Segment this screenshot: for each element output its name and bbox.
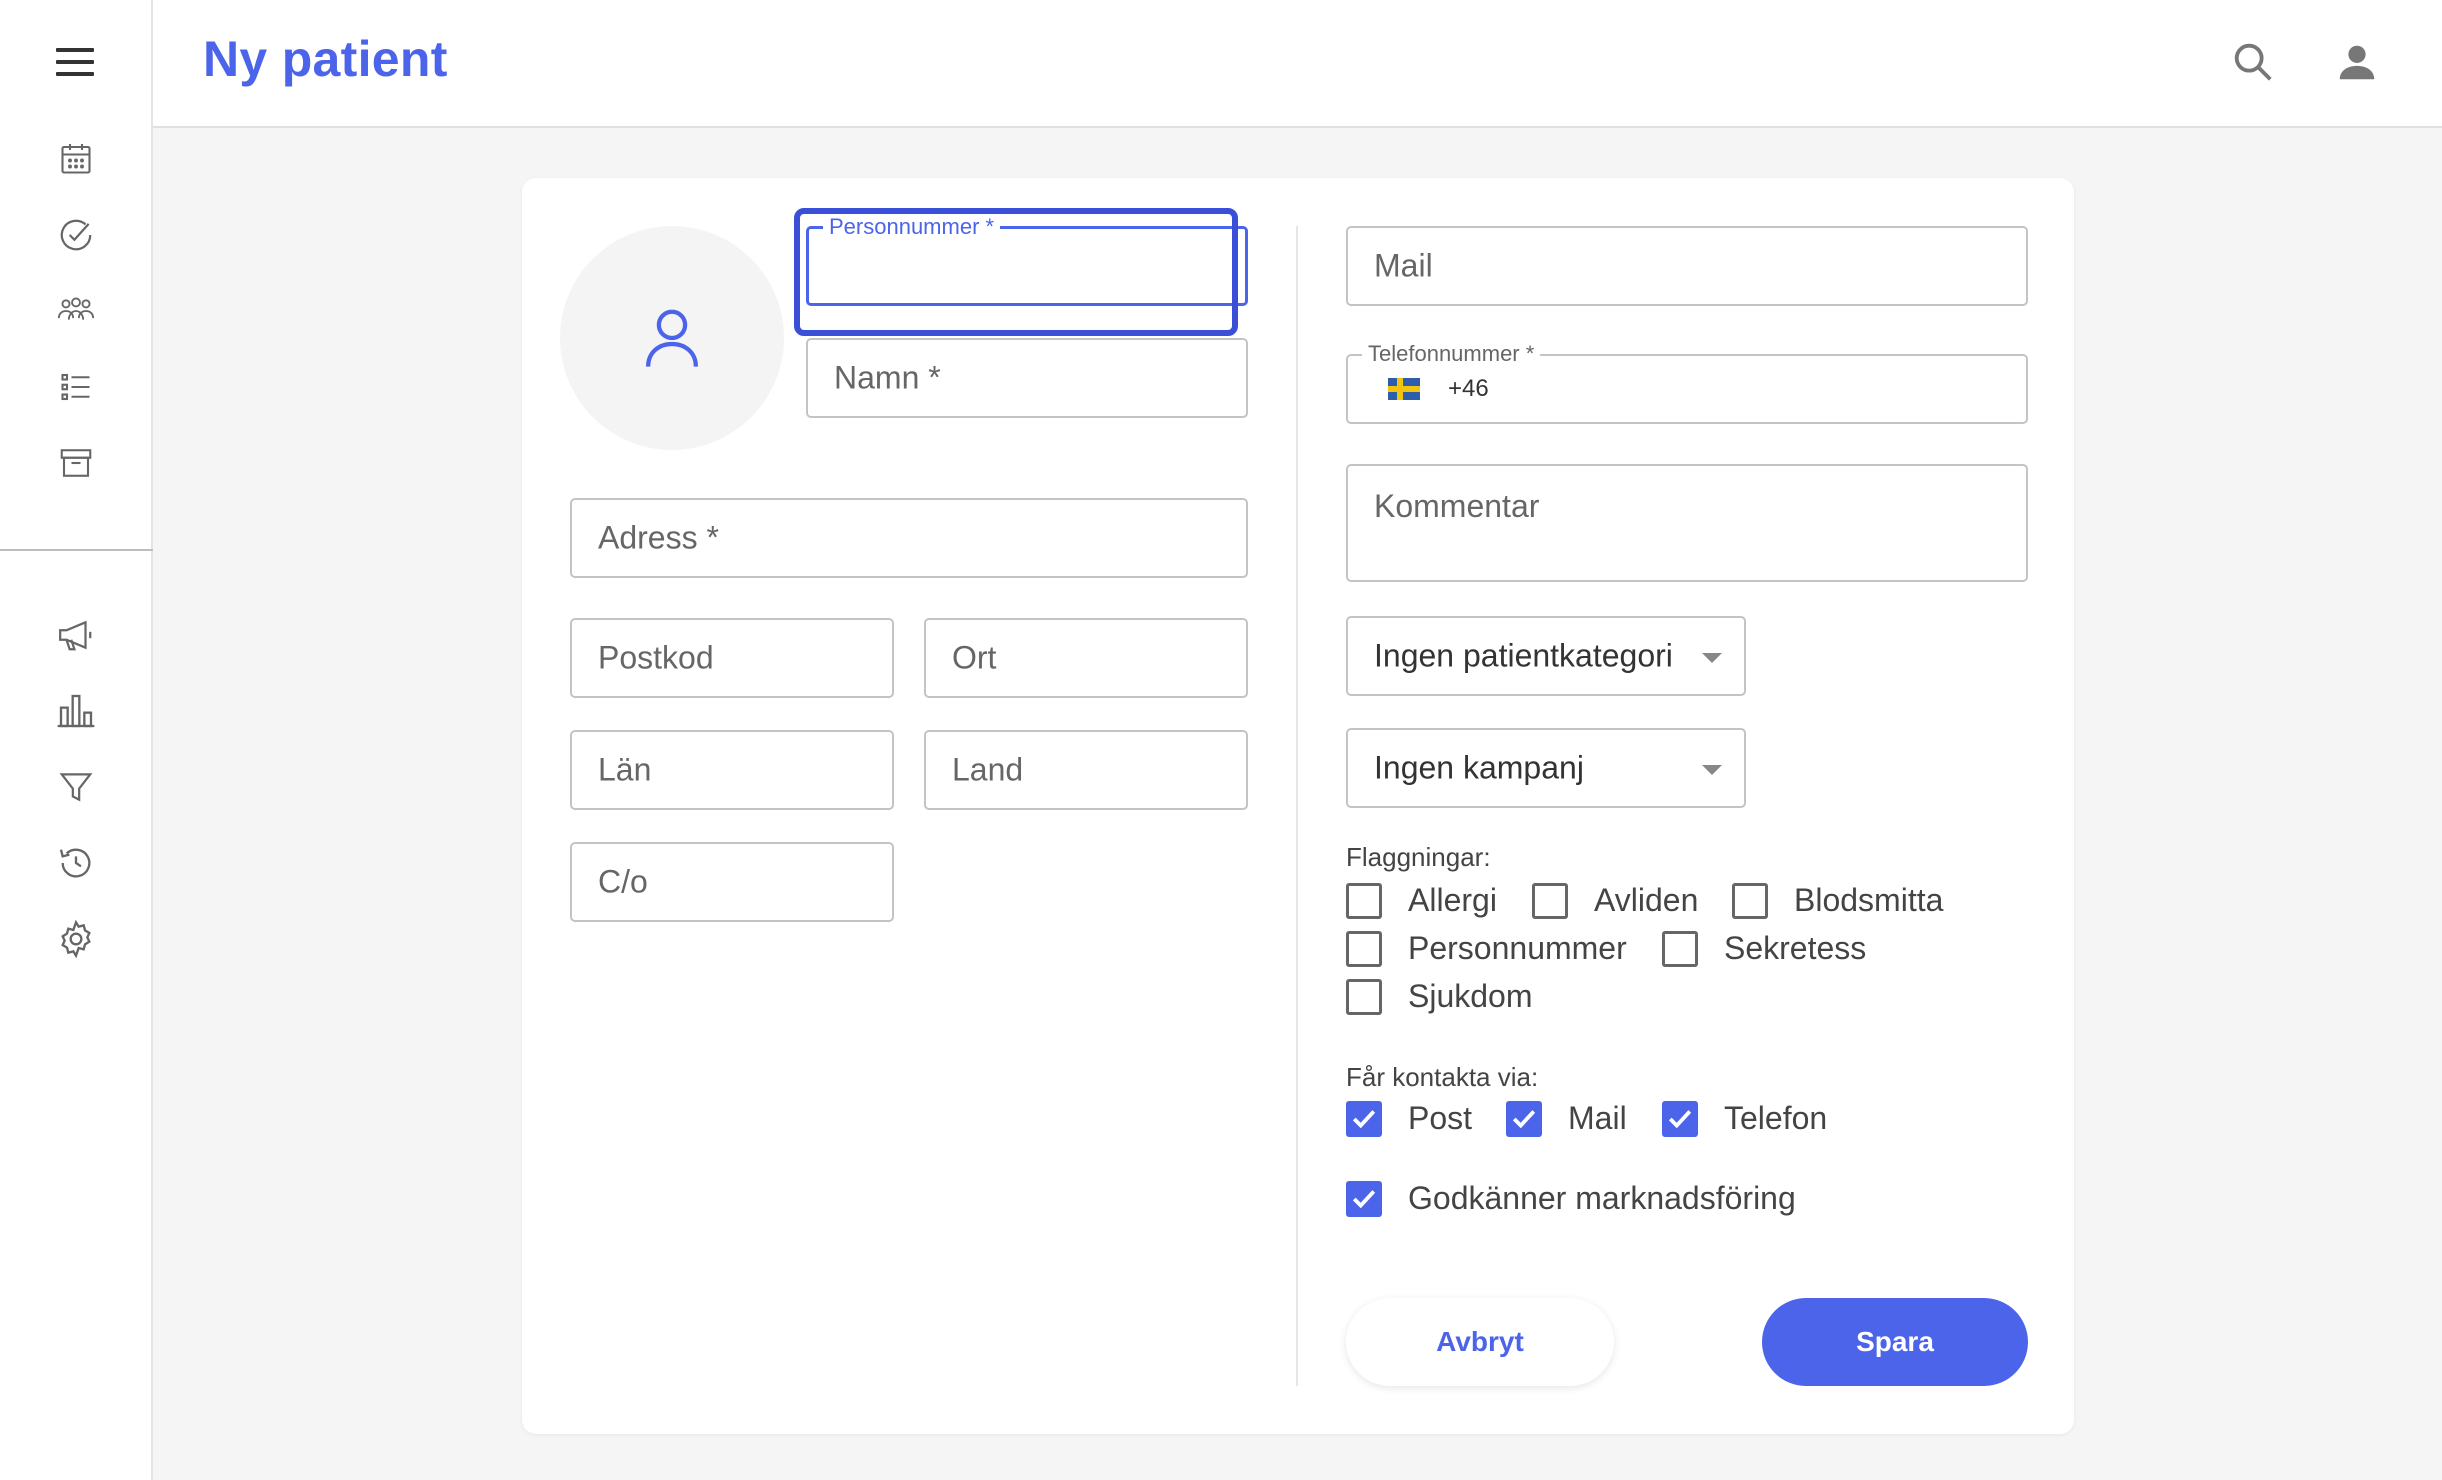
namn-field[interactable]: Namn * (806, 338, 1248, 418)
checkbox-box (1346, 1180, 1382, 1217)
checkbox-blodsmitta[interactable]: Blodsmitta (1732, 882, 1943, 919)
checkbox-label: Mail (1568, 1100, 1627, 1136)
postkod-field[interactable]: Postkod (570, 618, 894, 698)
checkbox-label: Personnummer (1408, 930, 1627, 966)
patient-form-card: Personnummer * Namn * Adress * Postkod O… (522, 178, 2074, 1434)
adress-placeholder: Adress * (598, 519, 719, 556)
chevron-down-icon (1702, 765, 1722, 775)
patientkategori-select[interactable]: Ingen patientkategori (1346, 616, 1746, 696)
adress-field[interactable]: Adress * (570, 498, 1248, 578)
checkbox-label: Blodsmitta (1794, 882, 1944, 918)
ort-placeholder: Ort (952, 639, 997, 676)
avatar[interactable] (560, 226, 784, 450)
postkod-placeholder: Postkod (598, 639, 714, 676)
namn-placeholder: Namn * (834, 359, 941, 396)
top-bar: Ny patient (153, 0, 2442, 128)
checkbox-box (1346, 930, 1382, 967)
kommentar-field[interactable]: Kommentar (1346, 464, 2028, 582)
checkbox-label: Allergi (1408, 882, 1497, 918)
check-icon (1512, 1109, 1536, 1128)
checkbox-box (1732, 882, 1768, 919)
checkbox-label: Post (1408, 1100, 1473, 1136)
checkbox-label: Telefon (1724, 1100, 1828, 1136)
telefon-field[interactable]: Telefonnummer * +46 (1346, 341, 2028, 424)
checkbox-box (1662, 1100, 1698, 1137)
telefon-label: Telefonnummer * (1362, 341, 1541, 367)
co-placeholder: C/o (598, 863, 648, 900)
settings-icon[interactable] (55, 918, 97, 960)
country-selector[interactable]: +46 (1388, 375, 1489, 403)
check-icon (1352, 1109, 1376, 1128)
phone-prefix: +46 (1448, 375, 1489, 402)
sidebar (0, 0, 153, 1480)
checkbox-box (1662, 930, 1698, 967)
checkbox-box (1346, 882, 1382, 919)
history-icon[interactable] (55, 842, 97, 884)
sidebar-divider (0, 549, 153, 551)
land-field[interactable]: Land (924, 730, 1248, 810)
checkbox-allergi[interactable]: Allergi (1346, 882, 1497, 919)
search-icon[interactable] (2227, 36, 2279, 88)
checkbox-box (1346, 978, 1382, 1015)
kampanj-select[interactable]: Ingen kampanj (1346, 728, 1746, 808)
flaggningar-label: Flaggningar: (1346, 842, 1491, 872)
checkbox-label: Godkänner marknadsföring (1408, 1180, 1796, 1216)
check-circle-icon[interactable] (55, 214, 97, 256)
co-field[interactable]: C/o (570, 842, 894, 922)
checkbox-mail[interactable]: Mail (1506, 1100, 1627, 1137)
lan-placeholder: Län (598, 751, 652, 788)
page-title: Ny patient (203, 31, 448, 87)
check-icon (1352, 1189, 1376, 1208)
check-icon (1668, 1109, 1692, 1128)
patientkategori-value: Ingen patientkategori (1374, 637, 1673, 674)
ort-field[interactable]: Ort (924, 618, 1248, 698)
kampanj-value: Ingen kampanj (1374, 749, 1584, 786)
checkbox-sjukdom[interactable]: Sjukdom (1346, 978, 1533, 1015)
list-icon[interactable] (55, 366, 97, 408)
checkbox-marknadsforing[interactable]: Godkänner marknadsföring (1346, 1180, 1796, 1217)
personnummer-field[interactable]: Personnummer * (806, 214, 1248, 306)
land-placeholder: Land (952, 751, 1024, 788)
cancel-button[interactable]: Avbryt (1346, 1298, 1614, 1386)
account-icon[interactable] (2331, 36, 2383, 88)
checkbox-box (1346, 1100, 1382, 1137)
checkbox-label: Avliden (1594, 882, 1699, 918)
menu-icon[interactable] (56, 48, 94, 76)
checkbox-label: Sjukdom (1408, 978, 1533, 1014)
checkbox-sekretess[interactable]: Sekretess (1662, 930, 1866, 967)
chevron-down-icon (1702, 653, 1722, 663)
checkbox-telefon[interactable]: Telefon (1662, 1100, 1827, 1137)
mail-placeholder: Mail (1374, 247, 1433, 284)
checkbox-box (1532, 882, 1568, 919)
lan-field[interactable]: Län (570, 730, 894, 810)
checkbox-personnummer[interactable]: Personnummer (1346, 930, 1627, 967)
mail-field[interactable]: Mail (1346, 226, 2028, 306)
filter-icon[interactable] (55, 766, 97, 808)
bar-chart-icon[interactable] (55, 690, 97, 732)
checkbox-post[interactable]: Post (1346, 1100, 1472, 1137)
personnummer-label: Personnummer * (823, 214, 1001, 240)
kontakt-label: Får kontakta via: (1346, 1062, 1539, 1092)
calendar-icon[interactable] (55, 138, 97, 180)
column-divider (1296, 226, 1298, 1386)
archive-icon[interactable] (55, 442, 97, 484)
kommentar-placeholder: Kommentar (1374, 488, 1540, 524)
save-button[interactable]: Spara (1762, 1298, 2028, 1386)
megaphone-icon[interactable] (55, 614, 97, 656)
checkbox-avliden[interactable]: Avliden (1532, 882, 1698, 919)
group-icon[interactable] (55, 290, 97, 332)
checkbox-box (1506, 1100, 1542, 1137)
sweden-flag-icon (1388, 378, 1420, 400)
checkbox-label: Sekretess (1724, 930, 1867, 966)
